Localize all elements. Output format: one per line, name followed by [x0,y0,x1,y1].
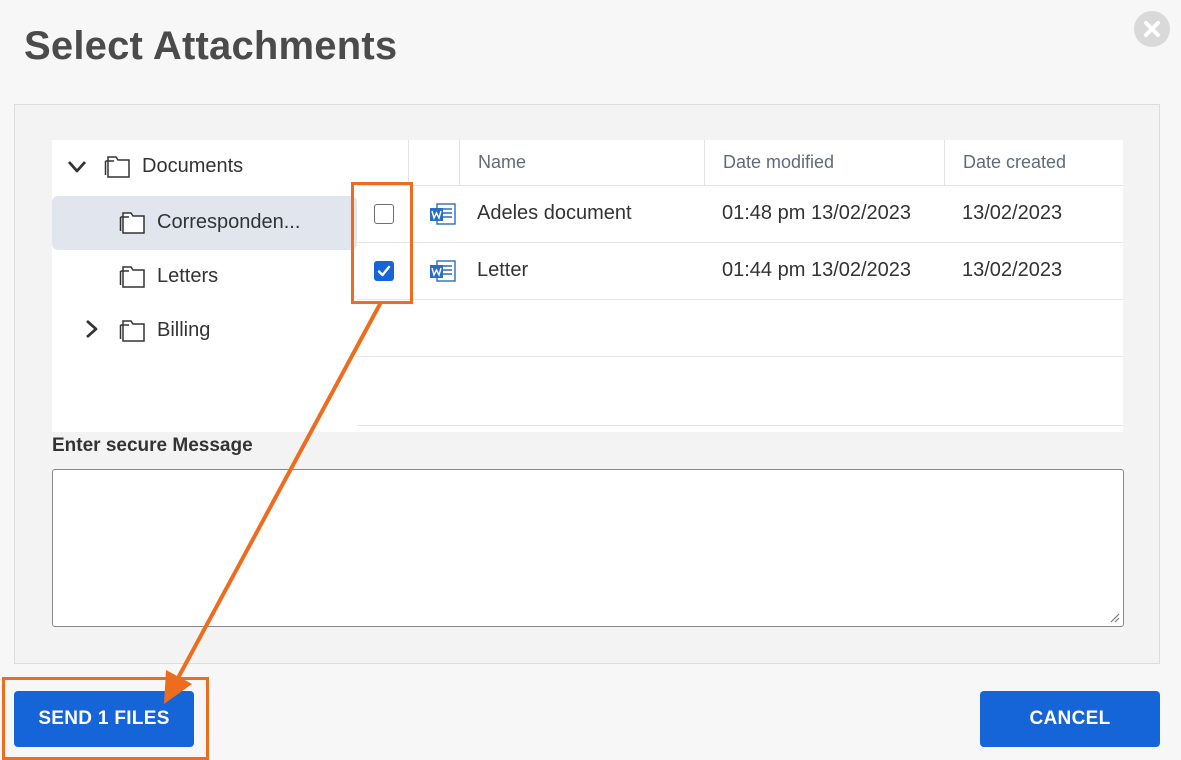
row-checkbox[interactable] [374,261,394,281]
column-header-date-modified[interactable]: Date modified [723,152,834,173]
close-button[interactable] [1134,11,1170,47]
folder-icon [119,265,147,289]
column-header-date-created[interactable]: Date created [963,152,1066,173]
table-row[interactable]: Adeles document 01:48 pm 13/02/2023 13/0… [357,186,1123,243]
file-date-created: 13/02/2023 [962,259,1063,281]
file-name: Letter [477,259,529,281]
folder-icon [119,211,147,235]
file-date-modified: 01:44 pm 13/02/2023 [722,259,912,281]
send-files-button[interactable]: SEND 1 FILES [14,691,194,747]
folder-tree: Documents Corresponden... Letters Billin… [52,140,357,432]
table-row[interactable]: Letter 01:44 pm 13/02/2023 13/02/2023 [357,243,1123,300]
empty-row [357,300,1123,357]
file-grid: Name Date modified Date created Adeles d… [357,140,1123,432]
column-divider [944,140,945,186]
chevron-down-icon[interactable] [67,157,87,177]
row-checkbox[interactable] [374,204,394,224]
tree-item-letters[interactable]: Letters [52,250,357,304]
secure-message-input[interactable] [52,469,1124,627]
tree-item-correspondence[interactable]: Corresponden... [52,196,357,250]
column-header-name[interactable]: Name [478,152,526,173]
tree-item-label: Letters [157,265,219,287]
empty-row [357,357,1123,426]
file-date-created: 13/02/2023 [962,202,1063,224]
close-icon [1144,21,1160,37]
file-date-modified: 01:48 pm 13/02/2023 [722,202,912,224]
chevron-right-icon[interactable] [82,319,102,339]
grid-header: Name Date modified Date created [357,140,1123,186]
folder-icon [119,319,147,343]
tree-item-label: Corresponden... [157,211,301,233]
message-label: Enter secure Message [52,435,253,456]
attachments-panel: Documents Corresponden... Letters Billin… [14,104,1160,664]
tree-item-documents[interactable]: Documents [52,140,357,194]
folder-icon [104,155,132,179]
column-divider [704,140,705,186]
tree-item-billing[interactable]: Billing [52,304,357,358]
cancel-button[interactable]: CANCEL [980,691,1160,747]
column-divider [408,140,409,186]
tree-item-label: Billing [157,319,211,341]
resize-handle-icon[interactable] [1108,611,1120,623]
dialog-title: Select Attachments [24,24,398,68]
column-divider [459,140,460,186]
file-name: Adeles document [477,202,632,224]
word-document-icon [429,259,457,283]
checkmark-icon [377,265,391,277]
word-document-icon [429,202,457,226]
tree-item-label: Documents [142,155,244,177]
